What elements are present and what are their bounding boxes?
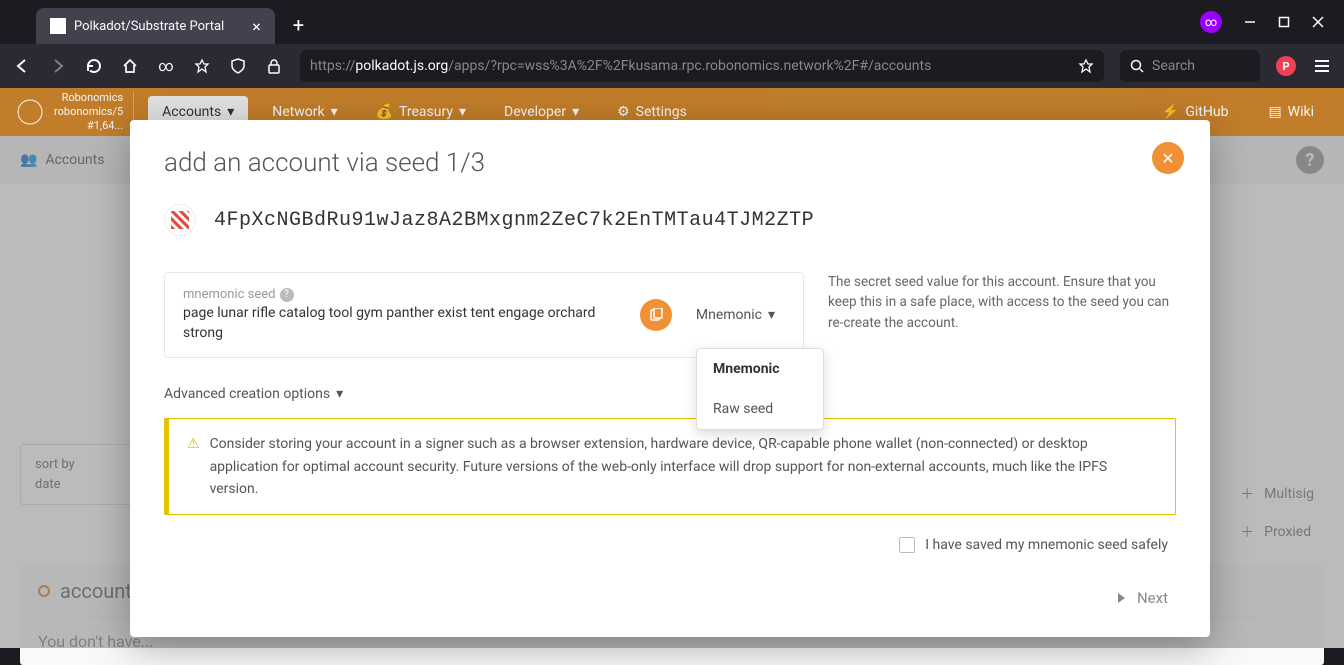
maximize-icon[interactable] [1278,16,1290,28]
chevron-down-icon: ▾ [768,307,775,323]
new-tab-button[interactable]: + [293,13,304,37]
search-icon [1130,59,1144,73]
chevron-down-icon: ▾ [336,386,343,402]
account-address: 4FpXcNGBdRu91wJaz8A2BMxgnm2ZeC7k2EnTMTau… [214,209,814,232]
seed-value: page lunar rifle catalog tool gym panthe… [183,304,626,343]
seed-help-text: The secret seed value for this account. … [828,272,1176,333]
browser-tab[interactable]: Polkadot/Substrate Portal × [36,8,275,44]
chevron-down-icon: ▾ [227,104,234,120]
seed-field[interactable]: mnemonic seed ? page lunar rifle catalog… [164,272,804,358]
confirm-label: I have saved my mnemonic seed safely [925,537,1168,553]
confirm-checkbox[interactable] [899,537,915,553]
next-button[interactable]: Next [164,589,1176,607]
mask-icon[interactable]: ∞ [156,56,176,76]
copy-seed-button[interactable] [640,299,672,331]
minimize-icon[interactable] [1244,16,1256,28]
chain-name: Robonomics [54,91,123,105]
window-titlebar: Polkadot/Substrate Portal × + ∞ [0,0,1344,44]
url-text: https://polkadot.js.org/apps/?rpc=wss%3A… [310,58,931,74]
forward-icon[interactable] [48,56,68,76]
chain-info[interactable]: Robonomics robonomics/5 #1,64... [54,91,134,134]
warning-icon: ⚠ [187,433,200,500]
next-icon [1113,591,1127,605]
warning-text: Consider storing your account in a signe… [210,433,1157,500]
dropdown-item-raw[interactable]: Raw seed [697,389,823,429]
chain-block: #1,64... [54,119,123,133]
close-tab-icon[interactable]: × [252,17,261,36]
pocket-save-icon[interactable] [192,56,212,76]
home-icon[interactable] [120,56,140,76]
advanced-toggle[interactable]: Advanced creation options ▾ [164,386,1176,402]
seed-type-select[interactable]: Mnemonic ▾ [686,307,785,323]
url-bar[interactable]: https://polkadot.js.org/apps/?rpc=wss%3A… [300,50,1104,82]
nav-wiki[interactable]: ▤ Wiki [1254,96,1328,128]
plus-icon: ＋ [1240,484,1254,504]
lock-icon[interactable] [264,56,284,76]
multisig-button[interactable]: ＋Multisig [1240,484,1314,504]
add-account-modal: add an account via seed 1/3 ✕ 4FpXcNGBdR… [130,120,1210,637]
close-window-icon[interactable] [1312,16,1324,28]
back-icon[interactable] [12,56,32,76]
tab-title: Polkadot/Substrate Portal [74,19,224,34]
search-bar[interactable]: Search [1120,50,1260,82]
pocket-icon[interactable]: P [1276,56,1296,76]
identicon [164,204,196,236]
incognito-icon: ∞ [1200,11,1222,33]
search-placeholder: Search [1152,58,1195,74]
dropdown-item-mnemonic[interactable]: Mnemonic [697,349,823,389]
proxied-button[interactable]: ＋Proxied [1240,522,1314,542]
info-icon[interactable]: ? [280,288,294,302]
seed-type-dropdown: Mnemonic Raw seed [696,348,824,430]
browser-navbar: ∞ https://polkadot.js.org/apps/?rpc=wss%… [0,44,1344,88]
modal-title: add an account via seed 1/3 [164,148,1176,178]
chain-logo-icon [16,98,44,126]
chain-sub: robonomics/5 [54,105,123,119]
plus-icon: ＋ [1240,522,1254,542]
modal-close-button[interactable]: ✕ [1152,142,1184,174]
favicon [50,18,66,34]
warning-box: ⚠ Consider storing your account in a sig… [164,418,1176,515]
menu-icon[interactable] [1312,56,1332,76]
shield-icon[interactable] [228,56,248,76]
reload-icon[interactable] [84,56,104,76]
bookmark-icon[interactable] [1078,58,1094,74]
seed-label: mnemonic seed ? [183,287,626,302]
